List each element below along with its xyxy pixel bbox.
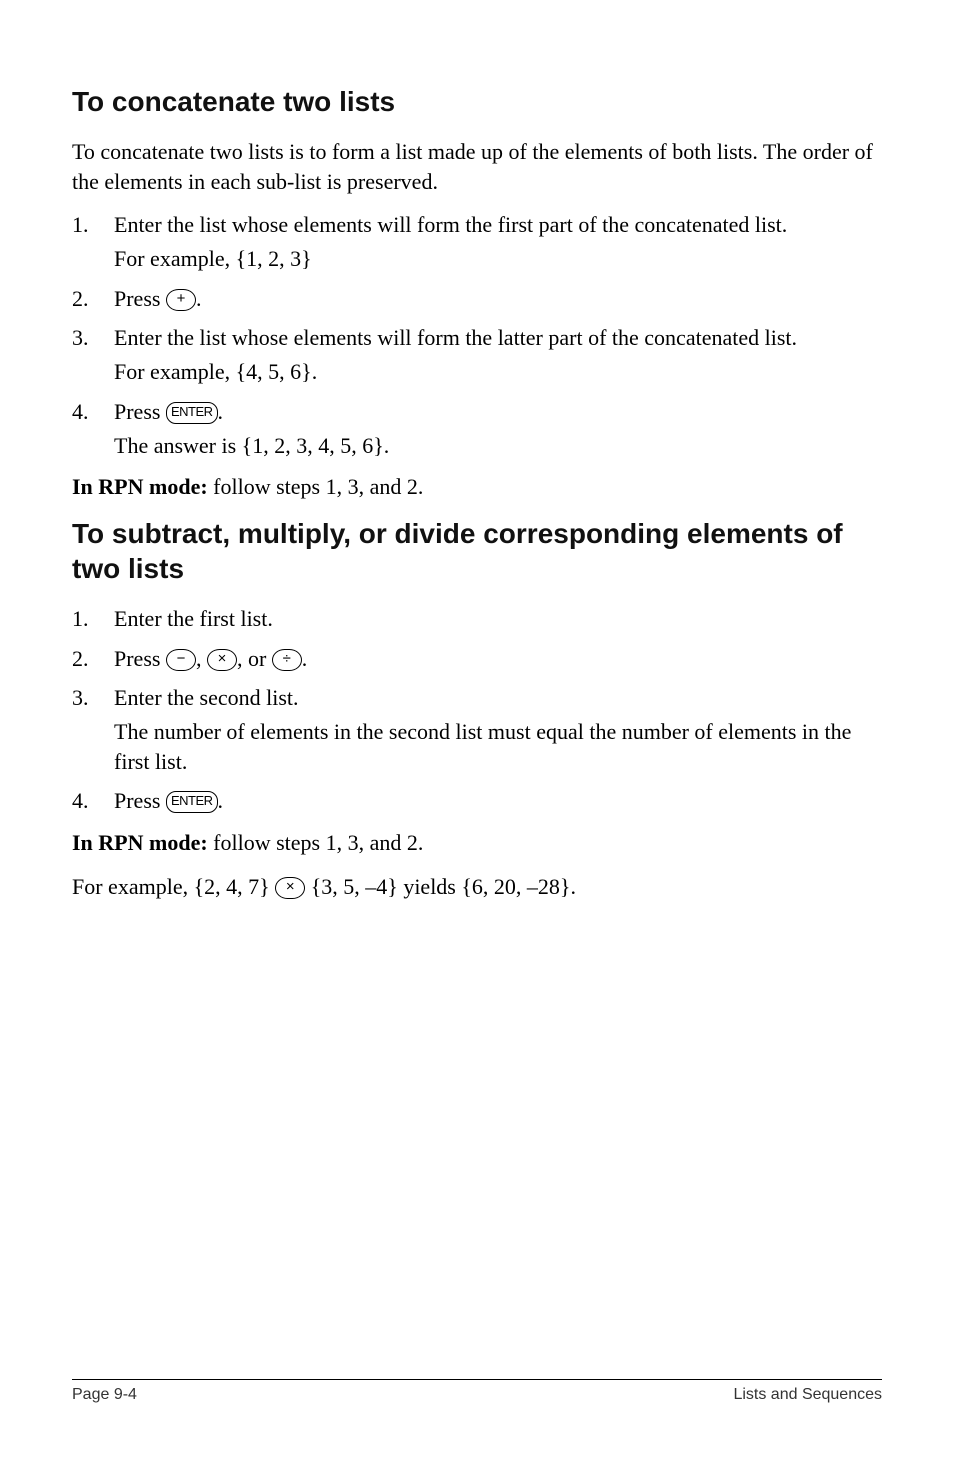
- rpn-rest: follow steps 1, 3, and 2.: [208, 830, 424, 855]
- step-text: Enter the second list.: [114, 685, 299, 710]
- footer-line: Page 9-4 Lists and Sequences: [72, 1386, 882, 1404]
- step-text: Enter the list whose elements will form …: [114, 325, 797, 350]
- step-number: 2.: [72, 284, 100, 314]
- step-body: Press −, ×, or ÷.: [114, 644, 882, 674]
- step-item: 1. Enter the list whose elements will fo…: [72, 210, 882, 273]
- chapter-title: Lists and Sequences: [733, 1386, 882, 1404]
- divide-key-icon: ÷: [272, 649, 302, 671]
- enter-key-icon: ENTER: [166, 402, 218, 424]
- step-item: 2. Press −, ×, or ÷.: [72, 644, 882, 674]
- heading-concatenate: To concatenate two lists: [72, 84, 882, 119]
- step-mid: ,: [196, 646, 207, 671]
- example-line: For example, {2, 4, 7} × {3, 5, –4} yiel…: [72, 872, 882, 902]
- step-pre: Press: [114, 646, 166, 671]
- page-footer: Page 9-4 Lists and Sequences: [72, 1379, 882, 1404]
- step-mid: , or: [237, 646, 272, 671]
- step-item: 2. Press +.: [72, 284, 882, 314]
- step-post: .: [218, 788, 224, 813]
- footer-rule: [72, 1379, 882, 1380]
- step-post: .: [302, 646, 308, 671]
- steps-list-1: 1. Enter the list whose elements will fo…: [72, 210, 882, 460]
- step-pre: Press: [114, 399, 166, 424]
- step-item: 3. Enter the list whose elements will fo…: [72, 323, 882, 386]
- page-number: Page 9-4: [72, 1386, 137, 1404]
- step-body: Press +.: [114, 284, 882, 314]
- step-number: 4.: [72, 786, 100, 816]
- step-post: .: [218, 399, 224, 424]
- step-number: 1.: [72, 604, 100, 634]
- step-number: 4.: [72, 397, 100, 460]
- step-body: Enter the list whose elements will form …: [114, 210, 882, 273]
- minus-key-icon: −: [166, 649, 196, 671]
- rpn-note-1: In RPN mode: follow steps 1, 3, and 2.: [72, 472, 882, 502]
- step-body: Enter the first list.: [114, 604, 882, 634]
- page-content: To concatenate two lists To concatenate …: [72, 84, 882, 1379]
- step-item: 4. Press ENTER.: [72, 786, 882, 816]
- step-number: 3.: [72, 683, 100, 776]
- plus-key-icon: +: [166, 289, 196, 311]
- step-text: Enter the first list.: [114, 606, 273, 631]
- step-number: 1.: [72, 210, 100, 273]
- times-key-icon: ×: [275, 877, 305, 899]
- step-post: .: [196, 286, 202, 311]
- step-subtext: The number of elements in the second lis…: [114, 717, 882, 776]
- step-body: Enter the list whose elements will form …: [114, 323, 882, 386]
- step-item: 3. Enter the second list. The number of …: [72, 683, 882, 776]
- step-body: Press ENTER. The answer is {1, 2, 3, 4, …: [114, 397, 882, 460]
- step-subtext: For example, {1, 2, 3}: [114, 244, 882, 274]
- step-number: 2.: [72, 644, 100, 674]
- step-subtext: The answer is {1, 2, 3, 4, 5, 6}.: [114, 431, 882, 461]
- steps-list-2: 1. Enter the first list. 2. Press −, ×, …: [72, 604, 882, 816]
- times-key-icon: ×: [207, 649, 237, 671]
- step-body: Press ENTER.: [114, 786, 882, 816]
- enter-key-icon: ENTER: [166, 791, 218, 813]
- rpn-lead: In RPN mode:: [72, 830, 208, 855]
- step-item: 4. Press ENTER. The answer is {1, 2, 3, …: [72, 397, 882, 460]
- heading-subtract-multiply-divide: To subtract, multiply, or divide corresp…: [72, 516, 882, 586]
- step-pre: Press: [114, 788, 166, 813]
- rpn-note-2: In RPN mode: follow steps 1, 3, and 2.: [72, 828, 882, 858]
- step-pre: Press: [114, 286, 166, 311]
- step-subtext: For example, {4, 5, 6}.: [114, 357, 882, 387]
- intro-paragraph: To concatenate two lists is to form a li…: [72, 137, 882, 196]
- step-body: Enter the second list. The number of ele…: [114, 683, 882, 776]
- step-number: 3.: [72, 323, 100, 386]
- step-text: Enter the list whose elements will form …: [114, 212, 787, 237]
- step-item: 1. Enter the first list.: [72, 604, 882, 634]
- rpn-rest: follow steps 1, 3, and 2.: [208, 474, 424, 499]
- rpn-lead: In RPN mode:: [72, 474, 208, 499]
- example-pre: For example, {2, 4, 7}: [72, 874, 275, 899]
- example-post: {3, 5, –4} yields {6, 20, –28}.: [305, 874, 576, 899]
- page: To concatenate two lists To concatenate …: [0, 0, 954, 1464]
